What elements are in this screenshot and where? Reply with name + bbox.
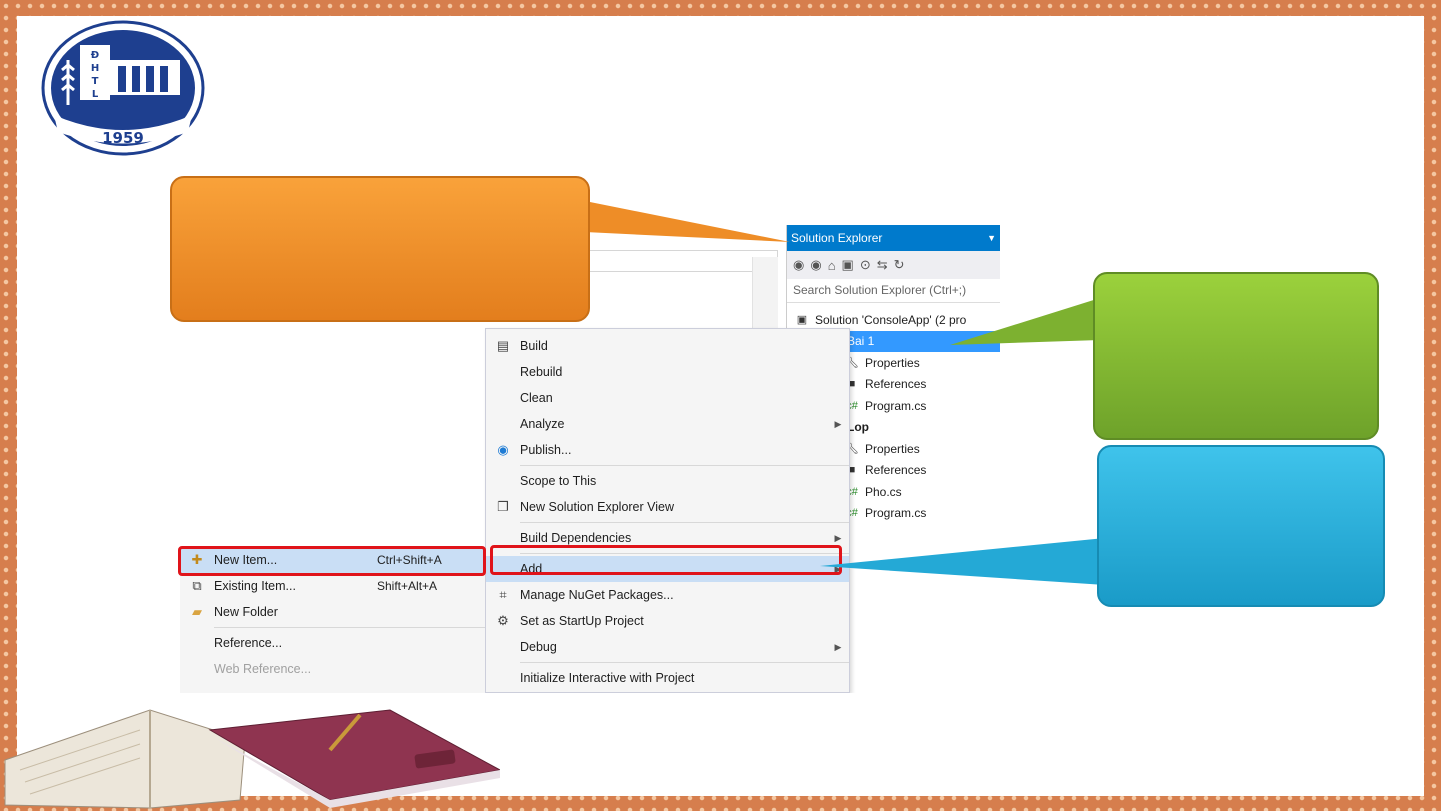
folder-icon: ▰ xyxy=(192,604,202,619)
chevron-down-icon[interactable]: ▼ xyxy=(987,233,996,243)
nuget-icon: ⌗ xyxy=(499,587,507,602)
menu-item-clean[interactable]: Clean xyxy=(486,385,849,411)
solution-search-input[interactable]: Search Solution Explorer (Ctrl+;) xyxy=(787,279,1000,303)
books-illustration xyxy=(4,709,500,809)
solution-icon: ▣ xyxy=(796,314,808,327)
switch-views-icon[interactable]: ▣ xyxy=(842,257,854,273)
solution-explorer-toolbar: ◉ ◉ ⌂ ▣ ⊙ ⇆ ↻ xyxy=(787,251,1000,279)
menu-item-rebuild[interactable]: Rebuild xyxy=(486,359,849,385)
menu-item-set-startup[interactable]: ⚙ Set as StartUp Project xyxy=(486,608,849,634)
callout-add xyxy=(1097,445,1385,607)
menu-item-build[interactable]: ▤ Build xyxy=(486,333,849,359)
menu-separator xyxy=(520,522,849,523)
sync-icon[interactable]: ⇆ xyxy=(877,257,888,273)
menu-separator xyxy=(520,465,849,466)
logo-letter-h: H xyxy=(91,63,99,74)
editor-dropdown[interactable] xyxy=(580,250,778,272)
new-view-icon: ❐ xyxy=(497,499,509,514)
back-icon[interactable]: ◉ xyxy=(793,257,804,273)
solution-explorer-titlebar: Solution Explorer ▼ xyxy=(787,225,1000,251)
highlight-new-item xyxy=(178,546,486,576)
logo-letter-t: T xyxy=(92,76,99,87)
forward-icon[interactable]: ◉ xyxy=(810,257,821,273)
submenu-item-web-reference: Web Reference... xyxy=(214,662,312,676)
university-logo: Đ H T L 1959 xyxy=(41,20,205,156)
callout-solution-explorer xyxy=(170,176,590,322)
pending-changes-icon[interactable]: ⊙ xyxy=(860,257,871,273)
submenu-arrow-icon: ▶ xyxy=(834,418,842,429)
menu-item-scope-to-this[interactable]: Scope to This xyxy=(486,468,849,494)
submenu-arrow-icon: ▶ xyxy=(834,641,842,652)
build-icon: ▤ xyxy=(496,338,510,353)
editor-scrollbar[interactable] xyxy=(752,257,778,337)
project-context-menu: ▤ Build Rebuild Clean Analyze ▶ ◉ Publis… xyxy=(485,328,850,693)
logo-letter-d: Đ xyxy=(91,50,99,61)
menu-separator xyxy=(214,627,485,628)
submenu-item-new-folder[interactable]: ▰ New Folder xyxy=(180,599,485,625)
menu-separator xyxy=(520,662,849,663)
callout-project xyxy=(1093,272,1379,440)
menu-item-publish[interactable]: ◉ Publish... xyxy=(486,437,849,463)
menu-item-manage-nuget[interactable]: ⌗ Manage NuGet Packages... xyxy=(486,582,849,608)
logo-letter-l: L xyxy=(92,89,99,100)
home-icon[interactable]: ⌂ xyxy=(828,258,836,273)
menu-item-debug[interactable]: Debug ▶ xyxy=(486,634,849,660)
submenu-arrow-icon: ▶ xyxy=(834,532,842,543)
menu-item-initialize-interactive[interactable]: Initialize Interactive with Project xyxy=(486,665,849,691)
gear-icon: ⚙ xyxy=(497,613,509,628)
menu-item-new-solution-explorer-view[interactable]: ❐ New Solution Explorer View xyxy=(486,494,849,520)
publish-icon: ◉ xyxy=(497,442,509,457)
logo-year: 1959 xyxy=(102,129,144,147)
submenu-item-existing-item[interactable]: ⧉ Existing Item... Shift+Alt+A xyxy=(180,573,485,599)
existing-item-icon: ⧉ xyxy=(192,578,202,593)
submenu-item-reference[interactable]: Reference... xyxy=(180,630,485,656)
solution-explorer-title: Solution Explorer xyxy=(791,231,883,245)
highlight-add xyxy=(490,545,842,575)
menu-item-analyze[interactable]: Analyze ▶ xyxy=(486,411,849,437)
refresh-icon[interactable]: ↻ xyxy=(894,257,905,273)
